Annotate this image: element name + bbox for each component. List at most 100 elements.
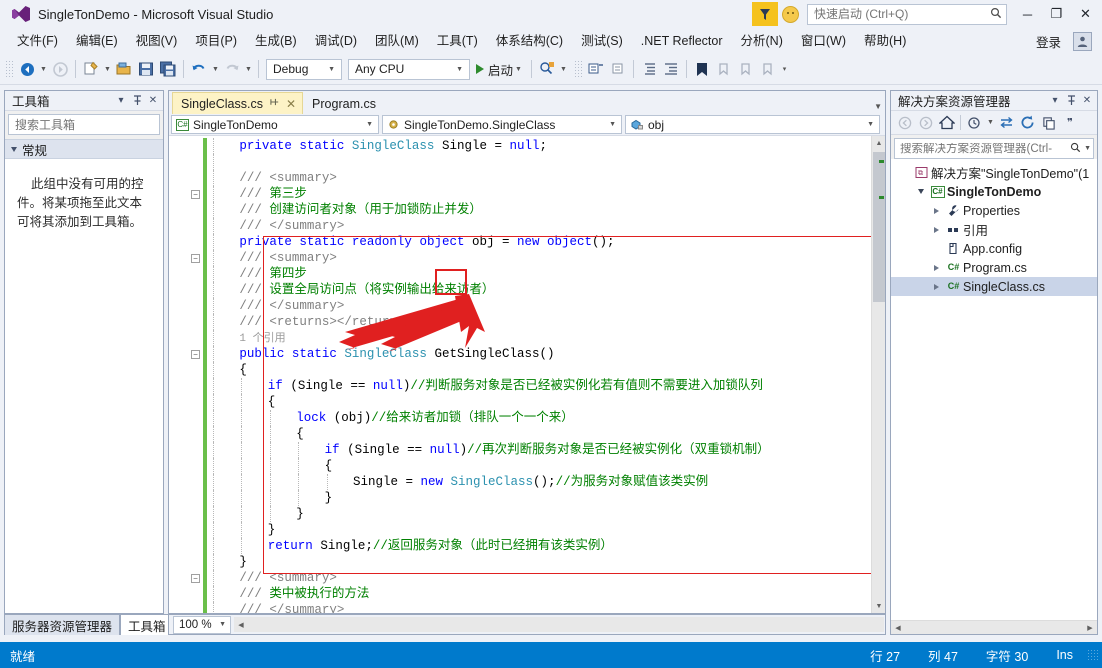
close-icon[interactable]: ✕: [145, 92, 161, 110]
tree-item[interactable]: C# SingleClass.cs: [891, 277, 1097, 296]
home-icon[interactable]: [936, 112, 957, 133]
menu-tools[interactable]: 工具(T): [428, 31, 487, 52]
refresh-icon[interactable]: [1017, 112, 1038, 133]
minimize-button[interactable]: ─: [1013, 1, 1042, 27]
toolbox-search-input[interactable]: [15, 117, 170, 132]
expander-icon[interactable]: [929, 226, 944, 233]
solution-platform-combo[interactable]: Any CPU ▼: [348, 58, 470, 80]
navigate-forward-icon[interactable]: [49, 58, 71, 80]
tree-item[interactable]: ⧉ 解决方案"SingleTonDemo"(1: [891, 163, 1097, 182]
quick-launch-input[interactable]: [814, 7, 990, 21]
expander-icon[interactable]: [929, 283, 944, 290]
comment-selection-icon[interactable]: [585, 58, 607, 80]
solution-configuration-combo[interactable]: Debug ▼: [266, 58, 342, 80]
close-icon[interactable]: ✕: [286, 97, 296, 111]
tab-list-dropdown-icon[interactable]: ▼: [874, 102, 882, 111]
save-all-icon[interactable]: [157, 58, 179, 80]
clear-bookmarks-icon[interactable]: [757, 58, 779, 80]
scroll-left-icon[interactable]: ◀: [891, 620, 905, 635]
increase-indent-icon[interactable]: [638, 58, 660, 80]
menu-test[interactable]: 测试(S): [572, 31, 632, 52]
menu-edit[interactable]: 编辑(E): [67, 31, 127, 52]
scroll-right-icon[interactable]: ▶: [1083, 620, 1097, 635]
outlining-collapse-icon[interactable]: −: [191, 254, 200, 263]
menu-analyze[interactable]: 分析(N): [732, 31, 792, 52]
bookmark-icon[interactable]: [691, 58, 713, 80]
feedback-funnel-icon[interactable]: [752, 2, 778, 26]
pending-changes-icon[interactable]: [964, 112, 985, 133]
save-icon[interactable]: [135, 58, 157, 80]
vertical-scroll-thumb[interactable]: [873, 152, 885, 302]
account-icon[interactable]: [1073, 31, 1092, 51]
navbar-project-combo[interactable]: C# SingleTonDemo ▼: [171, 115, 379, 134]
solution-explorer-search-input[interactable]: [900, 142, 1071, 155]
toolbox-search-box[interactable]: ▼: [8, 114, 191, 135]
sync-views-icon[interactable]: [996, 112, 1017, 133]
chevron-down-icon[interactable]: ▼: [985, 112, 996, 134]
find-dropdown-icon[interactable]: ▼: [558, 58, 569, 80]
solution-explorer-search-box[interactable]: ▼: [894, 138, 1094, 159]
scroll-down-icon[interactable]: ▼: [872, 599, 885, 613]
tree-item[interactable]: 引用: [891, 220, 1097, 239]
chevron-down-icon[interactable]: ▼: [513, 58, 524, 80]
expander-icon[interactable]: [929, 264, 944, 271]
smiley-face-icon[interactable]: [782, 5, 799, 23]
code-editor-surface[interactable]: private static SingleClass Single = null…: [169, 136, 885, 613]
tree-item[interactable]: App.config: [891, 239, 1097, 258]
menu-debug[interactable]: 调试(D): [306, 31, 366, 52]
outlining-collapse-icon[interactable]: −: [191, 574, 200, 583]
menu-team[interactable]: 团队(M): [366, 31, 428, 52]
toolbar-grip-2[interactable]: [574, 60, 583, 78]
menu-file[interactable]: 文件(F): [8, 31, 67, 52]
scroll-left-icon[interactable]: ◀: [234, 617, 248, 632]
menu-architecture[interactable]: 体系结构(C): [487, 31, 572, 52]
outlining-collapse-icon[interactable]: −: [191, 350, 200, 359]
undo-icon[interactable]: [188, 58, 210, 80]
editor-horizontal-scrollbar[interactable]: ◀: [234, 617, 884, 632]
tab-server-explorer[interactable]: 服务器资源管理器: [4, 614, 121, 635]
tab-toolbox[interactable]: 工具箱: [120, 614, 174, 635]
menu-build[interactable]: 生成(B): [246, 31, 306, 52]
tree-item[interactable]: Properties: [891, 201, 1097, 220]
document-tab-program[interactable]: Program.cs: [303, 92, 383, 114]
chevron-down-icon[interactable]: ▾: [113, 92, 129, 110]
open-file-icon[interactable]: [113, 58, 135, 80]
back-dropdown-icon[interactable]: ▼: [38, 58, 49, 80]
find-in-files-icon[interactable]: [536, 58, 558, 80]
pin-icon[interactable]: [129, 92, 145, 110]
redo-icon[interactable]: [221, 58, 243, 80]
close-button[interactable]: ✕: [1071, 1, 1100, 27]
decrease-indent-icon[interactable]: [660, 58, 682, 80]
toolbar-overflow-icon[interactable]: ▾: [779, 58, 790, 80]
menu-project[interactable]: 项目(P): [186, 31, 246, 52]
undo-dropdown-icon[interactable]: ▼: [210, 58, 221, 80]
forward-icon[interactable]: [915, 112, 936, 133]
close-icon[interactable]: ✕: [1079, 92, 1095, 110]
navbar-type-combo[interactable]: SingleTonDemo.SingleClass ▼: [382, 115, 622, 134]
tree-item[interactable]: C# SingleTonDemo: [891, 182, 1097, 201]
redo-dropdown-icon[interactable]: ▼: [243, 58, 254, 80]
pin-icon[interactable]: [270, 97, 280, 110]
new-project-dropdown-icon[interactable]: ▼: [102, 58, 113, 80]
back-icon[interactable]: [894, 112, 915, 133]
document-tab-singleclass[interactable]: SingleClass.cs ✕: [172, 92, 304, 114]
code-text-area[interactable]: private static SingleClass Single = null…: [169, 136, 871, 613]
expander-icon[interactable]: [913, 189, 928, 194]
menu-window[interactable]: 窗口(W): [792, 31, 855, 52]
scroll-up-icon[interactable]: ▲: [872, 136, 885, 150]
start-debug-button[interactable]: 启动 ▼: [473, 58, 527, 80]
navigate-back-icon[interactable]: [16, 58, 38, 80]
previous-bookmark-icon[interactable]: [713, 58, 735, 80]
sign-in-button[interactable]: 登录: [1024, 32, 1073, 51]
outlining-collapse-icon[interactable]: −: [191, 190, 200, 199]
maximize-button[interactable]: ❐: [1042, 1, 1071, 27]
quick-launch-box[interactable]: [807, 3, 1007, 25]
resize-grip-icon[interactable]: [1087, 649, 1099, 661]
menu-net-reflector[interactable]: .NET Reflector: [632, 31, 732, 52]
editor-vertical-scrollbar[interactable]: ▲ ▼: [871, 136, 885, 613]
uncomment-selection-icon[interactable]: [607, 58, 629, 80]
menu-help[interactable]: 帮助(H): [855, 31, 915, 52]
horizontal-scroll-thumb[interactable]: [248, 618, 884, 631]
menu-view[interactable]: 视图(V): [127, 31, 187, 52]
collapse-all-icon[interactable]: [1038, 112, 1059, 133]
